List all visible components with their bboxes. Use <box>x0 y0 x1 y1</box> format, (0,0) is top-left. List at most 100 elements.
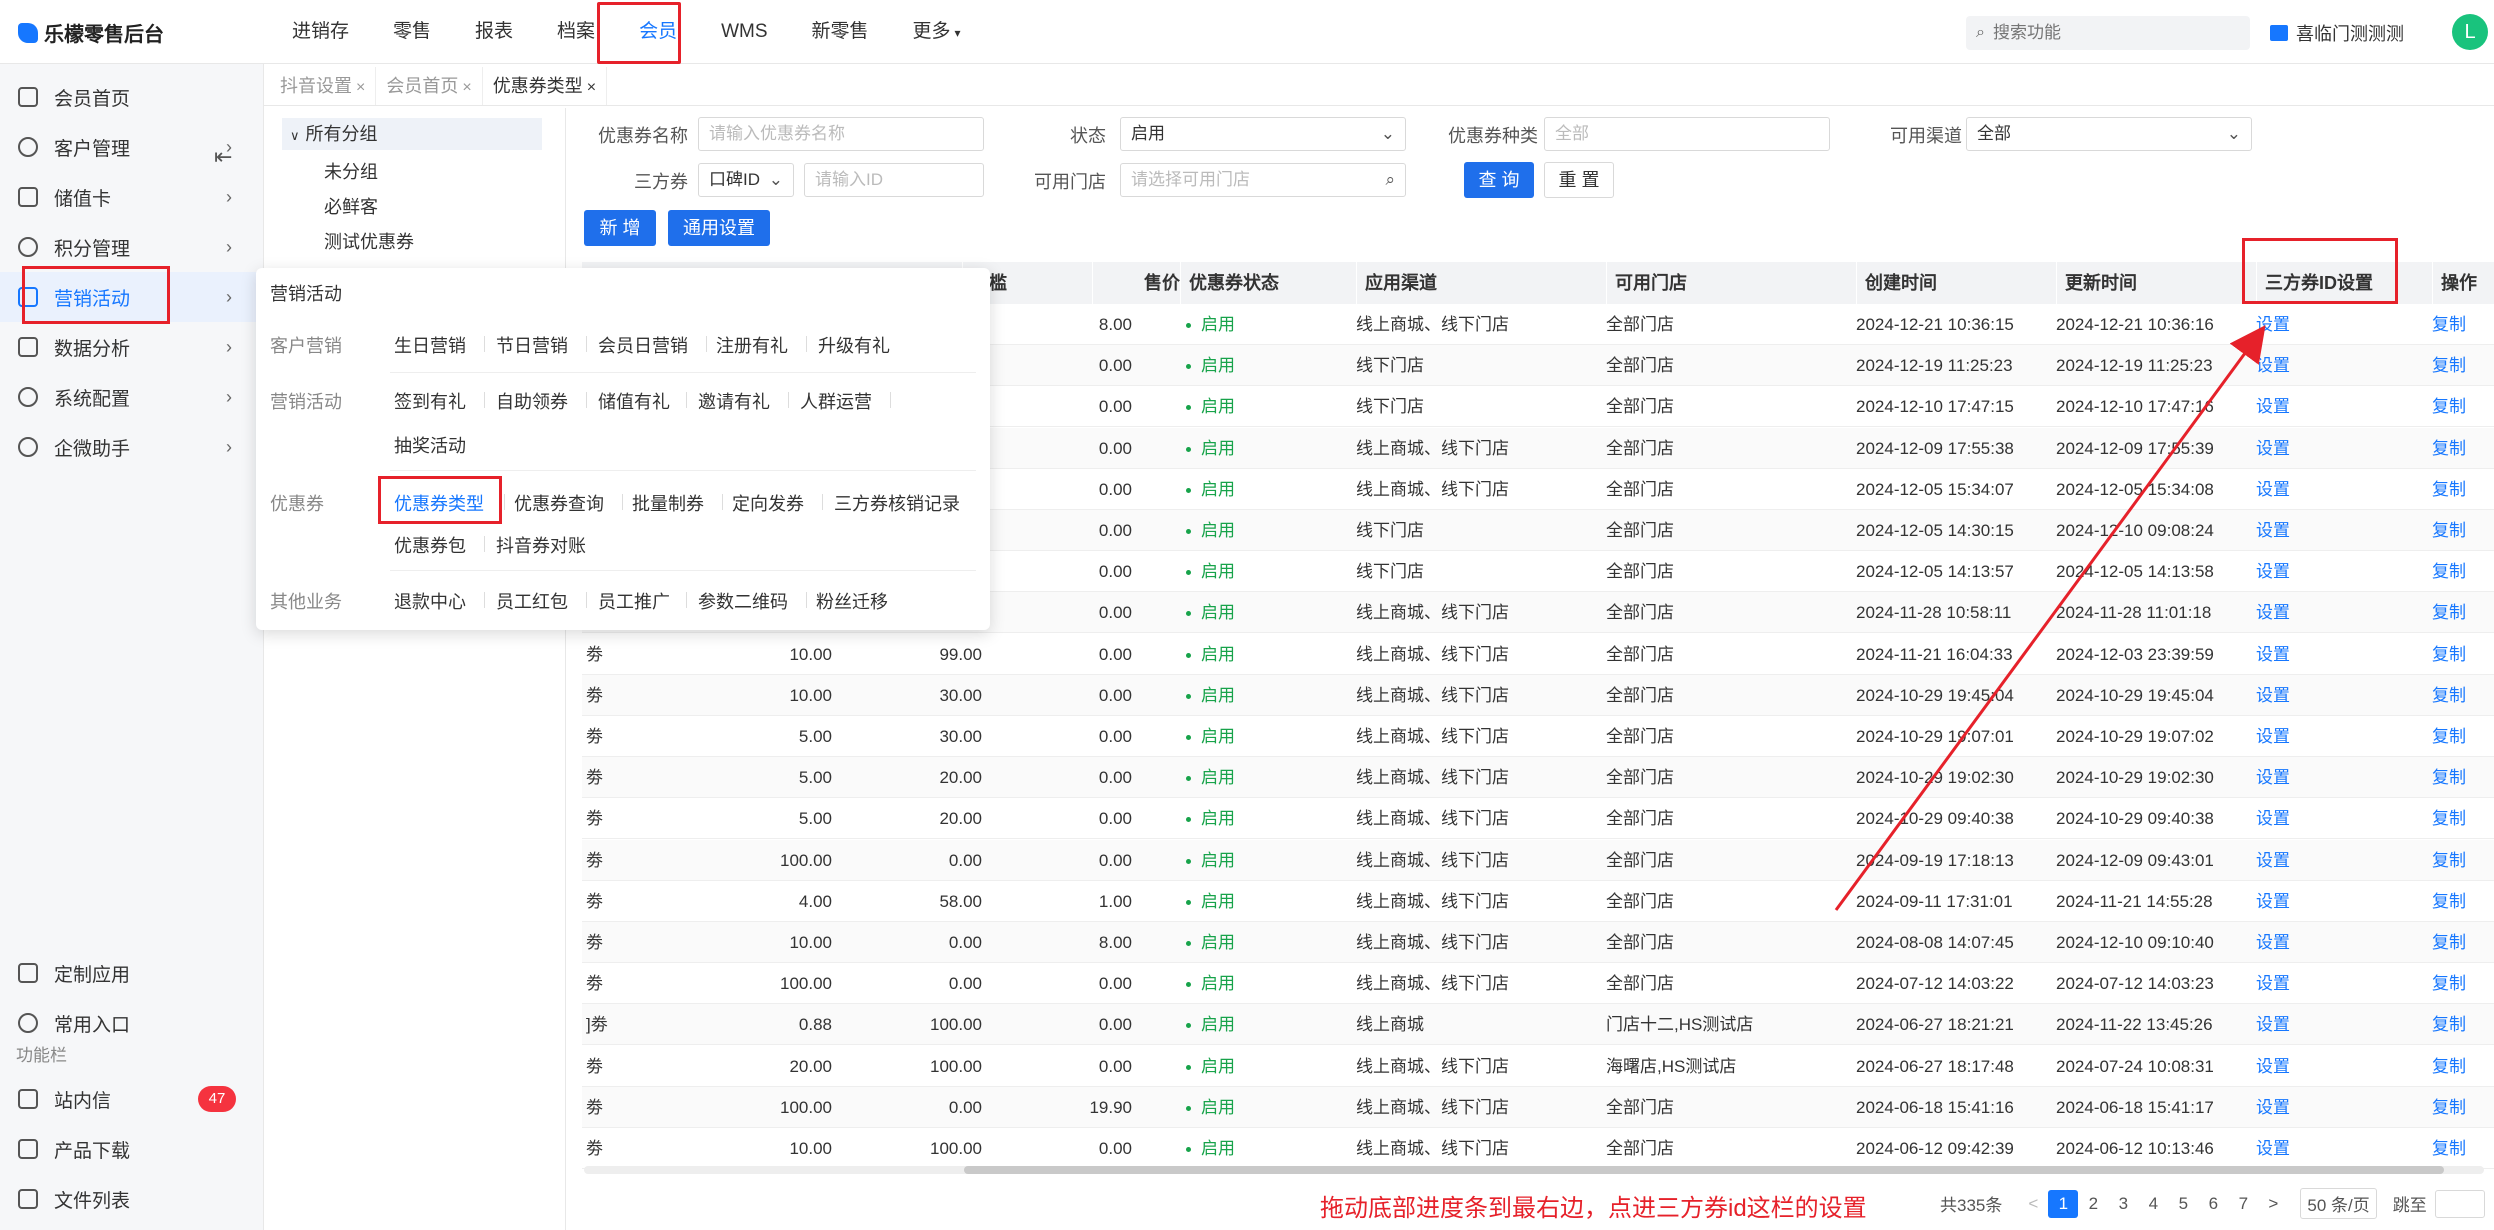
menu-item-staff-promotion[interactable]: 员工推广 <box>598 588 670 614</box>
copy-link[interactable]: 复制 <box>2432 304 2494 345</box>
sidebar-item-inbox[interactable]: 站内信 47 <box>0 1074 264 1124</box>
search-input[interactable] <box>1992 23 2213 43</box>
expand-icon[interactable]: ∨ <box>290 128 300 143</box>
page-6[interactable]: 6 <box>2198 1194 2228 1214</box>
sidebar-item-wecom[interactable]: 企微助手 › <box>0 422 264 472</box>
copy-link[interactable]: 复制 <box>2432 1087 2494 1128</box>
tab-member-home[interactable]: 会员首页 × <box>376 67 483 105</box>
copy-link[interactable]: 复制 <box>2432 1128 2494 1169</box>
set-third-party-id-link[interactable]: 设置 <box>2256 510 2432 551</box>
menu-item-member-day[interactable]: 会员日营销 <box>598 332 688 358</box>
menu-item-recharge-gift[interactable]: 储值有礼 <box>598 388 670 414</box>
sidebar-item-points[interactable]: 积分管理 › <box>0 222 264 272</box>
copy-link[interactable]: 复制 <box>2432 881 2494 922</box>
close-icon[interactable]: × <box>462 79 471 96</box>
set-third-party-id-link[interactable]: 设置 <box>2256 386 2432 427</box>
store-switcher[interactable]: 喜临门测测测 <box>2270 20 2404 46</box>
set-third-party-id-link[interactable]: 设置 <box>2256 840 2432 881</box>
general-settings-button[interactable]: 通用设置 <box>668 210 770 246</box>
page-4[interactable]: 4 <box>2138 1194 2168 1214</box>
set-third-party-id-link[interactable]: 设置 <box>2256 922 2432 963</box>
set-third-party-id-link[interactable]: 设置 <box>2256 1004 2432 1045</box>
copy-link[interactable]: 复制 <box>2432 386 2494 427</box>
copy-link[interactable]: 复制 <box>2432 963 2494 1004</box>
coupon-name-input[interactable]: 请输入优惠券名称 <box>698 117 984 151</box>
set-third-party-id-link[interactable]: 设置 <box>2256 551 2432 592</box>
page-5[interactable]: 5 <box>2168 1194 2198 1214</box>
copy-link[interactable]: 复制 <box>2432 1004 2494 1045</box>
channel-select[interactable]: 全部 ⌄ <box>1966 117 2252 151</box>
menu-item-batch-coupon[interactable]: 批量制券 <box>632 490 704 516</box>
menu-item-register-gift[interactable]: 注册有礼 <box>716 332 788 358</box>
set-third-party-id-link[interactable]: 设置 <box>2256 1087 2432 1128</box>
set-third-party-id-link[interactable]: 设置 <box>2256 428 2432 469</box>
set-third-party-id-link[interactable]: 设置 <box>2256 1128 2432 1169</box>
copy-link[interactable]: 复制 <box>2432 428 2494 469</box>
menu-item-param-qrcode[interactable]: 参数二维码 <box>698 588 788 614</box>
nav-item-inventory[interactable]: 进销存 <box>270 0 371 64</box>
sidebar-item-customer[interactable]: 客户管理 › <box>0 122 264 172</box>
menu-item-self-claim[interactable]: 自助领券 <box>496 388 568 414</box>
set-third-party-id-link[interactable]: 设置 <box>2256 716 2432 757</box>
sidebar-item-download[interactable]: 产品下载 <box>0 1124 264 1174</box>
menu-item-coupon-query[interactable]: 优惠券查询 <box>514 490 604 516</box>
copy-link[interactable]: 复制 <box>2432 840 2494 881</box>
menu-item-lottery[interactable]: 抽奖活动 <box>394 432 466 458</box>
tree-node-test-coupon[interactable]: 测试优惠券 <box>324 228 414 254</box>
copy-link[interactable]: 复制 <box>2432 551 2494 592</box>
sidebar-item-stored-card[interactable]: 储值卡 › <box>0 172 264 222</box>
set-third-party-id-link[interactable]: 设置 <box>2256 675 2432 716</box>
tree-node-ungrouped[interactable]: 未分组 <box>324 158 378 184</box>
set-third-party-id-link[interactable]: 设置 <box>2256 634 2432 675</box>
reset-button[interactable]: 重 置 <box>1544 162 1614 198</box>
nav-item-more[interactable]: 更多 ▾ <box>891 0 983 64</box>
copy-link[interactable]: 复制 <box>2432 716 2494 757</box>
page-2[interactable]: 2 <box>2078 1194 2108 1214</box>
page-1[interactable]: 1 <box>2048 1189 2079 1218</box>
menu-item-holiday[interactable]: 节日营销 <box>496 332 568 358</box>
goto-page-input[interactable] <box>2434 1189 2485 1218</box>
copy-link[interactable]: 复制 <box>2432 592 2494 633</box>
sidebar-item-system[interactable]: 系统配置 › <box>0 372 264 422</box>
close-icon[interactable]: × <box>587 79 596 96</box>
sidebar-item-marketing[interactable]: 营销活动 › <box>0 272 264 322</box>
menu-item-douyin-reconcile[interactable]: 抖音券对账 <box>496 532 586 558</box>
feature-search[interactable]: ⌕ <box>1966 16 2250 50</box>
prev-page-button[interactable]: < <box>2018 1194 2048 1214</box>
sidebar-item-member-home[interactable]: 会员首页 <box>0 72 264 122</box>
copy-link[interactable]: 复制 <box>2432 1046 2494 1087</box>
copy-link[interactable]: 复制 <box>2432 345 2494 386</box>
set-third-party-id-link[interactable]: 设置 <box>2256 1046 2432 1087</box>
scrollbar-thumb[interactable] <box>964 1166 2444 1174</box>
tree-node-bixianke[interactable]: 必鲜客 <box>324 193 378 219</box>
set-third-party-id-link[interactable]: 设置 <box>2256 469 2432 510</box>
set-third-party-id-link[interactable]: 设置 <box>2256 881 2432 922</box>
tab-coupon-type[interactable]: 优惠券类型 × <box>483 67 608 105</box>
nav-item-retail[interactable]: 零售 <box>371 0 453 64</box>
nav-item-wms[interactable]: WMS <box>699 0 789 64</box>
nav-item-reports[interactable]: 报表 <box>453 0 535 64</box>
next-page-button[interactable]: > <box>2258 1194 2288 1214</box>
sidebar-item-files[interactable]: 文件列表 <box>0 1174 264 1224</box>
copy-link[interactable]: 复制 <box>2432 634 2494 675</box>
tab-douyin-settings[interactable]: 抖音设置 × <box>270 67 377 105</box>
nav-item-archive[interactable]: 档案 <box>535 0 617 64</box>
sidebar-item-custom-app[interactable]: 定制应用 <box>0 948 264 998</box>
tree-root[interactable]: ∨ 所有分组 <box>282 118 542 150</box>
menu-item-refund-center[interactable]: 退款中心 <box>394 588 466 614</box>
third-party-type-select[interactable]: 口碑ID ⌄ <box>698 163 794 197</box>
set-third-party-id-link[interactable]: 设置 <box>2256 963 2432 1004</box>
menu-item-coupon-type[interactable]: 优惠券类型 <box>394 490 484 516</box>
page-7[interactable]: 7 <box>2228 1194 2258 1214</box>
menu-item-crowd-ops[interactable]: 人群运营 <box>800 388 872 414</box>
page-3[interactable]: 3 <box>2108 1194 2138 1214</box>
menu-item-staff-redpacket[interactable]: 员工红包 <box>496 588 568 614</box>
sidebar-item-analytics[interactable]: 数据分析 › <box>0 322 264 372</box>
avatar[interactable]: L <box>2452 14 2488 50</box>
copy-link[interactable]: 复制 <box>2432 798 2494 839</box>
menu-item-coupon-pack[interactable]: 优惠券包 <box>394 532 466 558</box>
close-icon[interactable]: × <box>356 79 365 96</box>
menu-item-fan-migration[interactable]: 粉丝迁移 <box>816 588 888 614</box>
set-third-party-id-link[interactable]: 设置 <box>2256 798 2432 839</box>
page-size-select[interactable]: 50 条/页 <box>2300 1188 2377 1219</box>
